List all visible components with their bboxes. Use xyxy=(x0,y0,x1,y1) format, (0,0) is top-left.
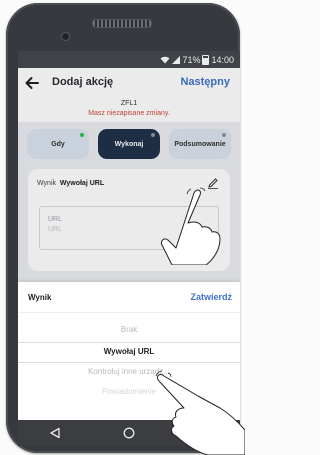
front-camera xyxy=(62,33,69,40)
android-nav-bar xyxy=(18,420,240,446)
phone-top-bezel xyxy=(6,3,240,51)
sheet-header: Wynik Zatwierdź xyxy=(18,282,240,313)
confirm-button[interactable]: Zatwierdź xyxy=(190,292,232,302)
phone-frame: 71% 14:00 Dodaj akcję Następny ZFL1 Masz… xyxy=(6,3,240,453)
sheet-title: Wynik xyxy=(28,293,52,302)
recents-nav-icon[interactable] xyxy=(197,427,209,439)
option-picker[interactable]: Brak Wywołaj URL Kontroluj inne urządz..… xyxy=(18,318,240,398)
picker-option[interactable]: Powiadomienie xyxy=(18,382,240,402)
picker-option[interactable]: Brak xyxy=(18,320,240,340)
picker-option[interactable]: Kontroluj inne urządz... xyxy=(18,362,240,382)
speaker-grille xyxy=(92,19,152,28)
home-nav-icon[interactable] xyxy=(123,427,135,439)
screen: 71% 14:00 Dodaj akcję Następny ZFL1 Masz… xyxy=(18,51,240,446)
back-nav-icon[interactable] xyxy=(49,427,61,439)
picker-option-selected[interactable]: Wywołaj URL xyxy=(18,342,240,362)
